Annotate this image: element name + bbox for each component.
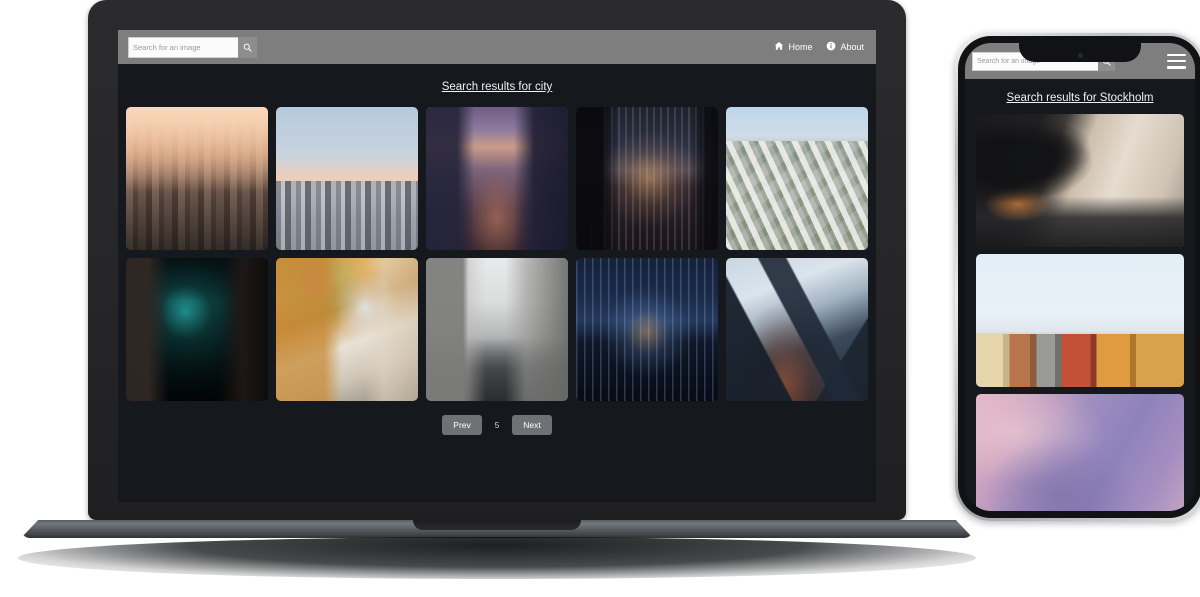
result-thumbnail	[726, 258, 868, 401]
nav-link-home[interactable]: Home	[774, 41, 812, 53]
result-thumbnail	[726, 107, 868, 250]
desktop-nav-links: Home About	[774, 41, 864, 53]
laptop-screen: Home About Search results for city	[118, 30, 876, 502]
image-result-tile[interactable]	[426, 107, 568, 250]
result-thumbnail	[976, 114, 1184, 247]
result-thumbnail	[126, 107, 268, 250]
image-result-tile[interactable]	[726, 258, 868, 401]
image-results-grid	[126, 107, 868, 401]
search-input[interactable]	[128, 36, 238, 58]
image-result-tile[interactable]	[426, 258, 568, 401]
result-thumbnail	[426, 107, 568, 250]
page-title: Search results for city	[441, 81, 553, 93]
nav-link-about[interactable]: About	[826, 41, 864, 53]
image-result-tile[interactable]	[976, 254, 1184, 387]
result-thumbnail	[276, 107, 418, 250]
nav-link-home-label: Home	[788, 42, 813, 52]
desktop-navbar: Home About	[118, 30, 876, 64]
search-icon	[243, 40, 252, 55]
hamburger-bar	[1167, 65, 1186, 69]
image-result-tile[interactable]	[976, 394, 1184, 511]
phone-page-title: Search results for Stockholm	[1006, 92, 1154, 104]
result-thumbnail	[576, 107, 718, 250]
image-result-tile[interactable]	[276, 107, 418, 250]
image-result-tile[interactable]	[126, 107, 268, 250]
result-thumbnail	[126, 258, 268, 401]
current-page-number: 5	[494, 420, 500, 430]
phone-screen: Search results for Stockholm	[965, 43, 1195, 511]
nav-link-about-label: About	[840, 42, 864, 52]
home-icon	[774, 41, 784, 53]
phone-notch	[1019, 36, 1141, 62]
hamburger-bar	[1167, 59, 1186, 63]
laptop-base-notch	[413, 520, 581, 530]
info-circle-icon	[826, 41, 836, 53]
image-result-tile[interactable]	[276, 258, 418, 401]
front-camera-icon	[1077, 53, 1083, 58]
result-thumbnail	[976, 254, 1184, 387]
phone-device: Search results for Stockholm	[955, 33, 1200, 521]
image-result-tile[interactable]	[976, 114, 1184, 247]
hamburger-bar	[1167, 53, 1186, 57]
prev-page-button[interactable]: Prev	[442, 415, 482, 435]
pagination: Prev 5 Next	[118, 415, 876, 435]
result-thumbnail	[426, 258, 568, 401]
desktop-search-form	[128, 36, 257, 58]
next-page-button[interactable]: Next	[512, 415, 552, 435]
image-result-tile[interactable]	[576, 107, 718, 250]
result-thumbnail	[976, 394, 1184, 511]
hamburger-menu-icon[interactable]	[1167, 53, 1186, 69]
image-result-tile[interactable]	[576, 258, 718, 401]
result-thumbnail	[576, 258, 718, 401]
image-result-tile[interactable]	[126, 258, 268, 401]
laptop-device: Home About Search results for city	[18, 0, 976, 579]
image-result-tile[interactable]	[726, 107, 868, 250]
phone-image-results-list	[976, 114, 1184, 511]
laptop-shadow	[18, 537, 976, 579]
result-thumbnail	[276, 258, 418, 401]
search-button[interactable]	[238, 36, 257, 58]
